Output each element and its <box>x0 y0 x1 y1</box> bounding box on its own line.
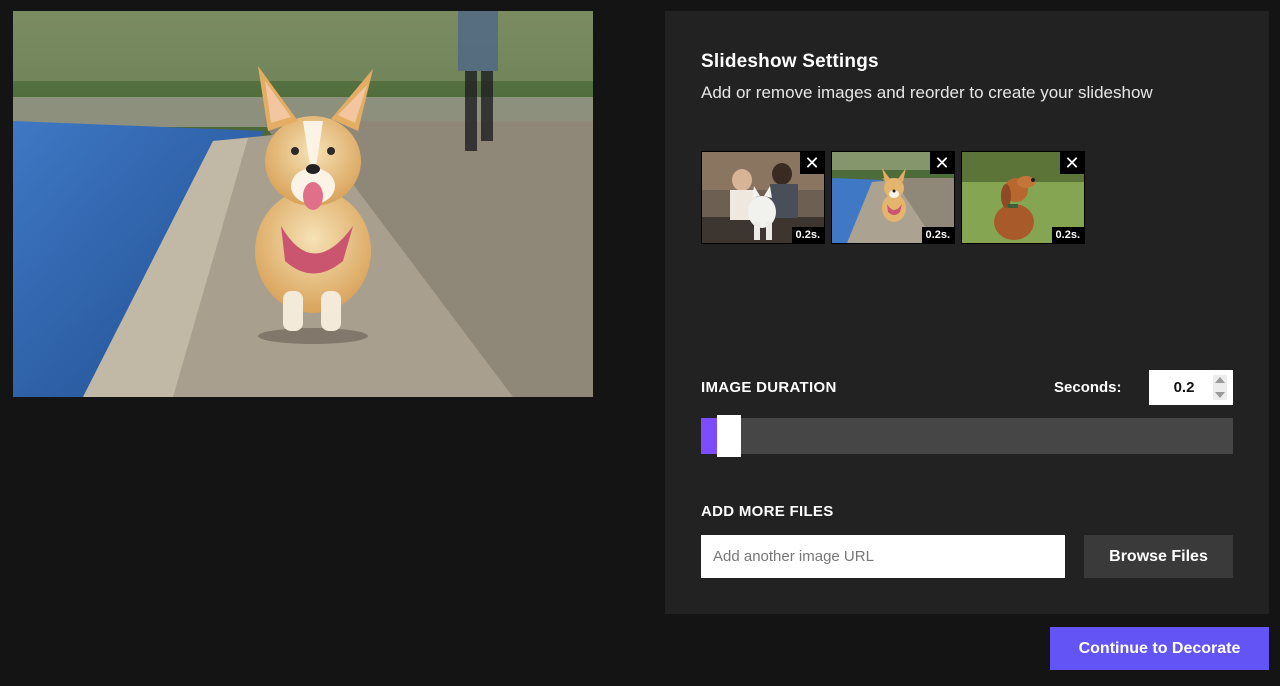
seconds-input[interactable] <box>1155 370 1213 405</box>
add-more-files-label: ADD MORE FILES <box>701 503 834 520</box>
increment-icon[interactable] <box>1215 377 1225 383</box>
thumbnail-duration-badge: 0.2s. <box>921 227 954 243</box>
image-duration-slider[interactable] <box>701 415 1233 457</box>
browse-files-button[interactable]: Browse Files <box>1084 535 1233 578</box>
seconds-label: Seconds: <box>1054 379 1122 396</box>
thumbnail-item[interactable]: ✕ 0.2s. <box>961 151 1085 244</box>
seconds-spinner <box>1213 375 1227 400</box>
thumbnail-list: ✕ 0.2s. ✕ 0.2s. ✕ 0.2s. <box>701 151 1085 244</box>
slideshow-settings-panel: Slideshow Settings Add or remove images … <box>665 11 1269 614</box>
thumbnail-duration-badge: 0.2s. <box>1051 227 1084 243</box>
slideshow-preview <box>13 11 593 397</box>
thumbnail-duration-badge: 0.2s. <box>791 227 824 243</box>
image-url-input[interactable] <box>701 535 1065 578</box>
slider-handle[interactable] <box>717 415 742 457</box>
panel-subtitle: Add or remove images and reorder to crea… <box>701 83 1153 102</box>
thumbnail-item[interactable]: ✕ 0.2s. <box>701 151 825 244</box>
decrement-icon[interactable] <box>1215 392 1225 398</box>
corgi-preview-image <box>13 11 593 397</box>
remove-thumbnail-button[interactable]: ✕ <box>930 152 954 174</box>
image-duration-label: IMAGE DURATION <box>701 379 837 396</box>
seconds-stepper <box>1149 370 1233 405</box>
thumbnail-item[interactable]: ✕ 0.2s. <box>831 151 955 244</box>
panel-title: Slideshow Settings <box>701 51 879 72</box>
remove-thumbnail-button[interactable]: ✕ <box>800 152 824 174</box>
continue-to-decorate-button[interactable]: Continue to Decorate <box>1050 627 1269 670</box>
slideshow-editor: Slideshow Settings Add or remove images … <box>0 0 1280 686</box>
remove-thumbnail-button[interactable]: ✕ <box>1060 152 1084 174</box>
